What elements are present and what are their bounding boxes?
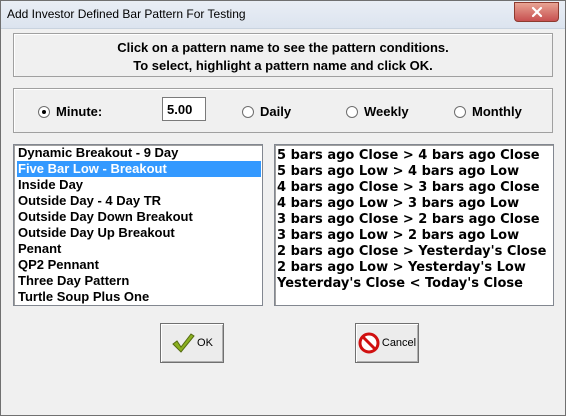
radio-daily-label: Daily — [260, 104, 292, 119]
pattern-item[interactable]: Penant — [17, 241, 61, 257]
dialog-window: Add Investor Defined Bar Pattern For Tes… — [0, 0, 566, 416]
pattern-item-selected[interactable]: Five Bar Low - Breakout — [17, 161, 261, 177]
radio-monthly[interactable]: Monthly — [454, 104, 522, 119]
pattern-list[interactable]: Dynamic Breakout - 9 Day Five Bar Low - … — [13, 144, 263, 306]
condition-item: 3 bars ago Low > 2 bars ago Low — [277, 228, 520, 243]
condition-item: 5 bars ago Close > 4 bars ago Close — [277, 148, 540, 163]
instruction-line-2: To select, highlight a pattern name and … — [133, 58, 433, 73]
radio-minute-label: Minute: — [56, 104, 103, 119]
close-icon — [531, 6, 542, 18]
ok-label: OK — [197, 337, 213, 349]
window-title: Add Investor Defined Bar Pattern For Tes… — [7, 7, 246, 21]
pattern-item[interactable]: QP2 Pennant — [17, 257, 99, 273]
prohibited-icon — [358, 332, 380, 354]
title-bar[interactable]: Add Investor Defined Bar Pattern For Tes… — [1, 1, 565, 29]
condition-item: 2 bars ago Close > Yesterday's Close — [277, 244, 547, 259]
radio-daily-indicator[interactable] — [242, 105, 254, 118]
pattern-item[interactable]: Outside Day Down Breakout — [17, 209, 193, 225]
condition-item: 5 bars ago Low > 4 bars ago Low — [277, 164, 520, 179]
radio-daily[interactable]: Daily — [242, 104, 291, 119]
condition-item: 4 bars ago Close > 3 bars ago Close — [277, 180, 540, 195]
ok-button[interactable]: OK — [160, 323, 224, 363]
pattern-item[interactable]: Inside Day — [17, 177, 83, 193]
radio-minute[interactable]: Minute: — [38, 104, 102, 119]
condition-item: 3 bars ago Close > 2 bars ago Close — [277, 212, 540, 227]
radio-weekly-indicator[interactable] — [346, 105, 358, 118]
close-button[interactable] — [514, 2, 559, 22]
radio-monthly-indicator[interactable] — [454, 105, 466, 118]
condition-item: 2 bars ago Low > Yesterday's Low — [277, 260, 526, 275]
pattern-item[interactable]: Three Day Pattern — [17, 273, 129, 289]
cancel-button[interactable]: Cancel — [355, 323, 419, 363]
minute-input[interactable] — [162, 97, 206, 121]
condition-item: 4 bars ago Low > 3 bars ago Low — [277, 196, 520, 211]
checkmark-icon — [172, 333, 195, 353]
conditions-list[interactable]: 5 bars ago Close > 4 bars ago Close 5 ba… — [274, 144, 554, 306]
radio-weekly-label: Weekly — [364, 104, 409, 119]
cancel-label: Cancel — [381, 337, 417, 349]
pattern-item[interactable]: Dynamic Breakout - 9 Day — [17, 145, 178, 161]
pattern-item[interactable]: Outside Day Up Breakout — [17, 225, 175, 241]
instructions-panel: Click on a pattern name to see the patte… — [13, 33, 553, 77]
condition-item: Yesterday's Close < Today's Close — [277, 276, 523, 291]
frequency-panel: Minute: Daily Weekly Monthly — [13, 88, 553, 133]
pattern-item[interactable]: Outside Day - 4 Day TR — [17, 193, 161, 209]
radio-weekly[interactable]: Weekly — [346, 104, 409, 119]
instruction-line-1: Click on a pattern name to see the patte… — [117, 40, 449, 55]
radio-monthly-label: Monthly — [472, 104, 522, 119]
pattern-item[interactable]: Turtle Soup Plus One — [17, 289, 149, 305]
radio-minute-indicator[interactable] — [38, 105, 50, 118]
